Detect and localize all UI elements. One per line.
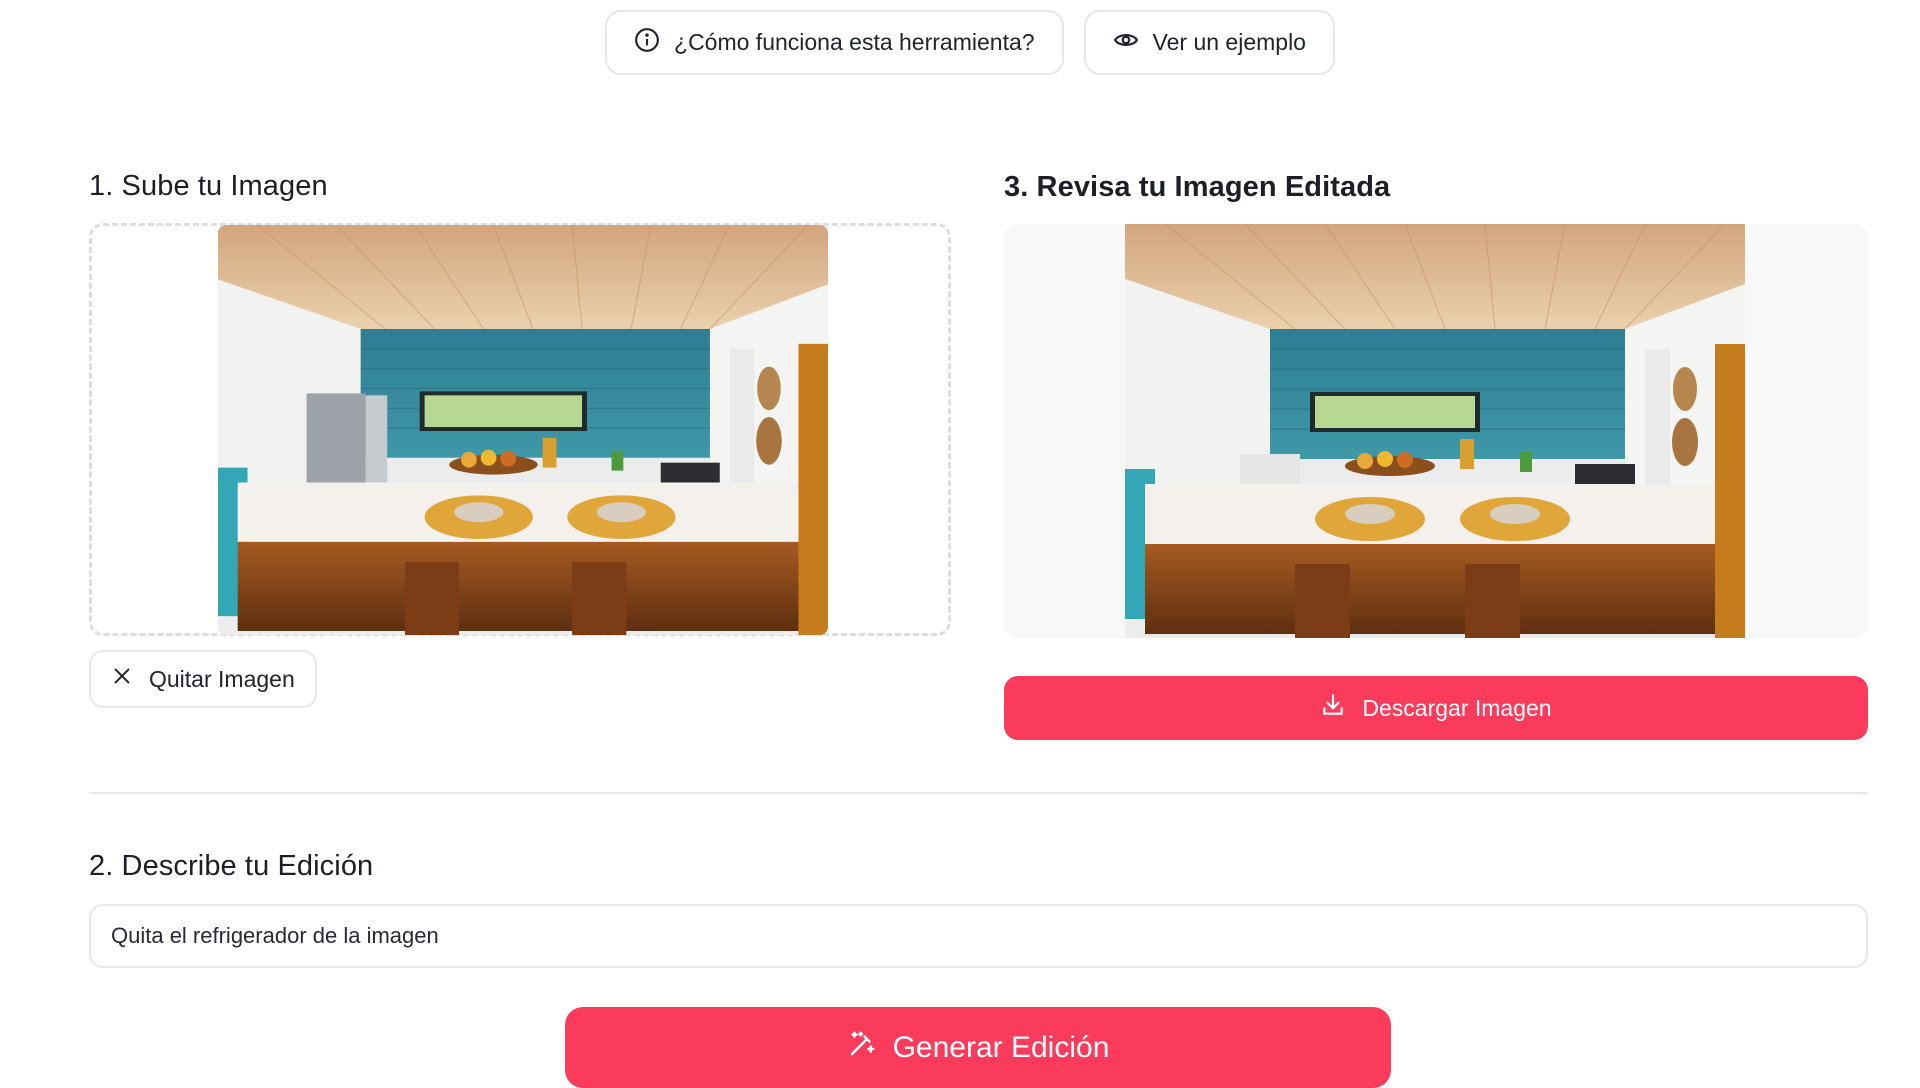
uploaded-image [218,225,828,635]
see-example-button[interactable]: Ver un ejemplo [1083,10,1335,75]
download-icon [1320,692,1346,724]
result-preview [1004,224,1868,638]
help-buttons: ¿Cómo funciona esta herramienta? Ver un … [0,10,1920,75]
eye-icon [1113,27,1139,59]
result-title: 3. Revisa tu Imagen Editada [1004,171,1391,203]
download-image-button[interactable]: Descargar Imagen [1004,676,1868,740]
edit-prompt-input[interactable] [89,904,1868,968]
info-icon [634,27,660,59]
section-divider [89,792,1868,794]
how-it-works-label: ¿Cómo funciona esta herramienta? [674,29,1035,55]
remove-image-label: Quitar Imagen [149,665,295,692]
magic-wand-icon [847,1029,877,1067]
edited-image [1125,224,1745,638]
remove-image-button[interactable]: Quitar Imagen [89,650,317,708]
edit-title: 2. Describe tu Edición [89,850,374,882]
generate-edit-button[interactable]: Generar Edición [565,1007,1391,1088]
download-image-label: Descargar Imagen [1362,694,1552,721]
close-icon [111,665,133,693]
generate-edit-label: Generar Edición [892,1030,1110,1064]
upload-title: 1. Sube tu Imagen [89,170,328,202]
see-example-label: Ver un ejemplo [1152,29,1306,55]
how-it-works-button[interactable]: ¿Cómo funciona esta herramienta? [605,10,1064,75]
upload-dropzone[interactable] [89,223,951,636]
